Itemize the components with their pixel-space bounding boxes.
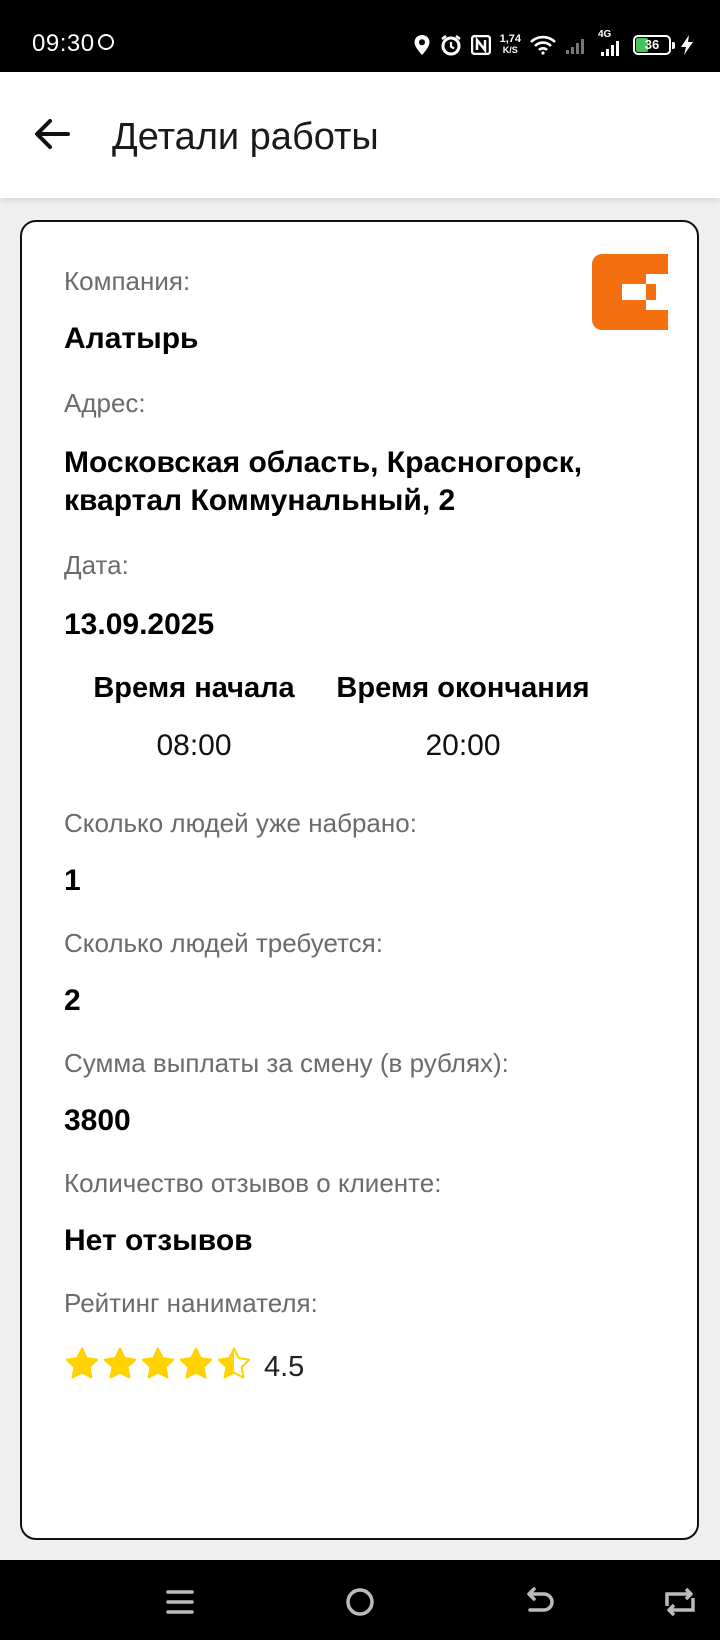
signal-bars-icon bbox=[601, 41, 619, 56]
star-filled-icon bbox=[65, 1347, 99, 1379]
system-back-button[interactable] bbox=[520, 1582, 560, 1622]
recent-apps-button[interactable] bbox=[660, 1582, 700, 1622]
home-button[interactable] bbox=[340, 1582, 380, 1622]
end-time-value: 20:00 bbox=[425, 729, 501, 762]
app-bar: Детали работы bbox=[0, 72, 720, 198]
date-label: Дата: bbox=[64, 550, 129, 580]
notification-dot-icon bbox=[98, 34, 114, 50]
hired-label: Сколько людей уже набрано: bbox=[64, 808, 417, 838]
payment-label: Сумма выплаты за смену (в рублях): bbox=[64, 1048, 509, 1078]
star-filled-icon bbox=[103, 1347, 137, 1379]
alarm-icon bbox=[440, 35, 461, 56]
rating-stars bbox=[64, 1346, 252, 1382]
signal-icon bbox=[566, 39, 584, 54]
payment-value: 3800 bbox=[64, 1104, 131, 1137]
star-filled-icon bbox=[179, 1347, 213, 1379]
net-speed: 1,74 K/S bbox=[500, 34, 521, 56]
back-icon bbox=[527, 1587, 554, 1612]
company-label: Компания: bbox=[64, 266, 191, 296]
star-filled-icon bbox=[141, 1347, 175, 1379]
navigation-bar bbox=[0, 1560, 720, 1640]
start-time-value: 08:00 bbox=[156, 729, 232, 762]
menu-icon bbox=[166, 1590, 194, 1614]
star-half-icon bbox=[217, 1347, 251, 1379]
reviews-value: Нет отзывов bbox=[64, 1224, 253, 1257]
address-label: Адрес: bbox=[64, 388, 146, 418]
company-logo-icon bbox=[592, 254, 668, 330]
battery-level: 36 bbox=[644, 37, 660, 52]
rating-label: Рейтинг нанимателя: bbox=[64, 1288, 318, 1318]
menu-button[interactable] bbox=[160, 1582, 200, 1622]
page-title: Детали работы bbox=[112, 116, 379, 158]
date-value: 13.09.2025 bbox=[64, 608, 215, 641]
battery-icon: 36 bbox=[633, 35, 675, 55]
net-speed-value: 1,74 bbox=[499, 33, 521, 45]
status-icons: 1,74 K/S 4G 36 bbox=[413, 28, 694, 62]
location-icon bbox=[414, 35, 430, 55]
required-value: 2 bbox=[64, 984, 81, 1017]
charging-icon bbox=[681, 35, 693, 55]
net-speed-unit: K/S bbox=[502, 45, 518, 55]
lte-signal: 4G bbox=[598, 29, 624, 57]
back-button[interactable] bbox=[28, 109, 78, 159]
rating-value: 4.5 bbox=[264, 1351, 305, 1383]
start-time-label: Время начала bbox=[93, 672, 295, 704]
address-line-2: квартал Коммунальный, 2 bbox=[64, 484, 456, 517]
reviews-label: Количество отзывов о клиенте: bbox=[64, 1168, 442, 1198]
nfc-icon bbox=[470, 35, 491, 55]
hired-value: 1 bbox=[64, 864, 81, 897]
address-line-1: Московская область, Красногорск, bbox=[64, 446, 583, 479]
arrow-left-icon bbox=[35, 119, 70, 149]
recent-apps-icon bbox=[665, 1587, 695, 1617]
status-time: 09:30 bbox=[32, 30, 95, 57]
wifi-icon bbox=[530, 35, 556, 55]
home-circle-icon bbox=[346, 1588, 374, 1616]
required-label: Сколько людей требуется: bbox=[64, 928, 383, 958]
company-value: Алатырь bbox=[64, 322, 199, 355]
job-details-card: Компания: Алатырь Адрес: Московская обла… bbox=[20, 220, 699, 1540]
end-time-label: Время окончания bbox=[336, 672, 590, 704]
status-bar: 09:30 1,74 K/S 4G 36 bbox=[0, 0, 720, 72]
